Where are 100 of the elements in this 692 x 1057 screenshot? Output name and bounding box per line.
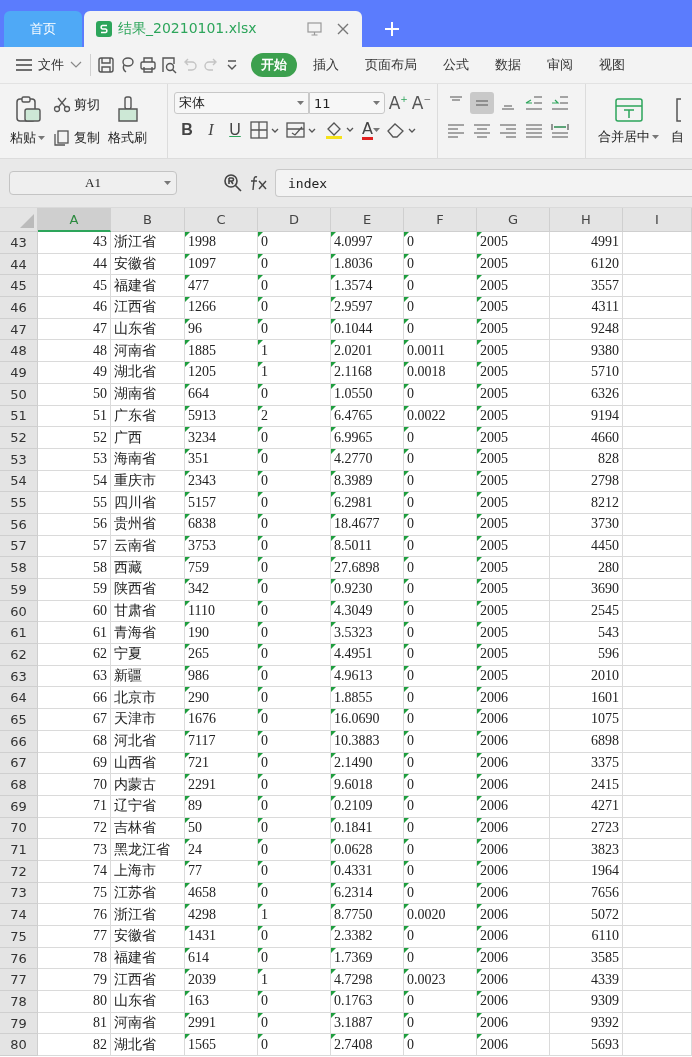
- cut-button[interactable]: 剪切: [53, 95, 100, 114]
- column-header[interactable]: I: [623, 208, 692, 232]
- font-color-button[interactable]: A: [362, 120, 380, 140]
- paste-button[interactable]: 粘贴: [10, 88, 45, 154]
- table-cell: 3557: [550, 275, 623, 298]
- error-indicator-icon: [331, 557, 336, 563]
- file-menu[interactable]: 文件: [16, 56, 82, 74]
- format-painter-button[interactable]: 格式刷: [108, 88, 147, 154]
- row-header[interactable]: 66: [0, 730, 38, 753]
- row-header[interactable]: 60: [0, 600, 38, 623]
- row-header[interactable]: 59: [0, 579, 38, 601]
- column-header[interactable]: F: [404, 208, 477, 232]
- row-header[interactable]: 62: [0, 644, 38, 666]
- align-middle-icon[interactable]: [470, 92, 494, 114]
- name-box[interactable]: A1: [9, 171, 177, 195]
- italic-button[interactable]: I: [202, 121, 220, 139]
- row-header[interactable]: 55: [0, 492, 38, 514]
- row-header[interactable]: 53: [0, 448, 38, 471]
- row-header[interactable]: 61: [0, 622, 38, 645]
- row-header[interactable]: 77: [0, 969, 38, 992]
- row-header[interactable]: 46: [0, 297, 38, 319]
- row-header[interactable]: 80: [0, 1034, 38, 1057]
- error-indicator-icon: [331, 644, 336, 650]
- decrease-font-size-button[interactable]: A$^{−}$: [411, 93, 431, 113]
- row-header[interactable]: 48: [0, 340, 38, 363]
- ribbon-tab[interactable]: 视图: [589, 53, 635, 77]
- empty-cell: [623, 1012, 692, 1035]
- error-indicator-icon: [185, 709, 190, 715]
- ribbon-tab[interactable]: 公式: [433, 53, 479, 77]
- font-name-dropdown[interactable]: 宋体: [174, 92, 310, 114]
- row-header[interactable]: 68: [0, 774, 38, 796]
- close-icon[interactable]: [336, 22, 350, 36]
- table-cell: 62: [38, 644, 111, 666]
- wrap-text-button[interactable]: 自: [671, 88, 684, 154]
- table-cell: 2005: [477, 470, 550, 493]
- error-indicator-icon: [331, 687, 336, 693]
- column-header[interactable]: H: [550, 208, 623, 232]
- borders-icon[interactable]: [250, 121, 280, 139]
- font-size-dropdown[interactable]: 11: [309, 92, 385, 114]
- row-header[interactable]: 71: [0, 839, 38, 861]
- row-header[interactable]: 76: [0, 947, 38, 970]
- row-header[interactable]: 67: [0, 752, 38, 775]
- print-icon[interactable]: [139, 56, 157, 74]
- print-preview-icon[interactable]: [160, 56, 178, 74]
- error-indicator-icon: [185, 492, 190, 498]
- ribbon-tab[interactable]: 插入: [303, 53, 349, 77]
- row-header[interactable]: 75: [0, 926, 38, 948]
- row-header[interactable]: 51: [0, 405, 38, 428]
- column-header[interactable]: C: [185, 208, 258, 232]
- table-cell: 9248: [550, 318, 623, 341]
- row-header[interactable]: 43: [0, 232, 38, 254]
- error-indicator-icon: [404, 579, 409, 584]
- ribbon-tab[interactable]: 页面布局: [355, 53, 427, 77]
- row-header[interactable]: 56: [0, 513, 38, 536]
- ribbon-tab[interactable]: 审阅: [537, 53, 583, 77]
- copy-button[interactable]: 复制: [53, 128, 100, 147]
- fill-color-icon[interactable]: [324, 120, 356, 140]
- row-header[interactable]: 47: [0, 318, 38, 341]
- table-cell: 0: [258, 492, 331, 514]
- row-header[interactable]: 72: [0, 860, 38, 883]
- underline-button[interactable]: U: [226, 121, 244, 139]
- bold-button[interactable]: B: [178, 121, 196, 139]
- add-tab-icon[interactable]: [384, 21, 400, 37]
- function-icon[interactable]: [249, 175, 269, 191]
- row-header[interactable]: 54: [0, 470, 38, 493]
- row-header[interactable]: 50: [0, 383, 38, 406]
- column-header[interactable]: D: [258, 208, 331, 232]
- select-all-icon[interactable]: [20, 214, 34, 228]
- row-header[interactable]: 74: [0, 904, 38, 926]
- row-header[interactable]: 73: [0, 882, 38, 905]
- table-cell: 342: [185, 579, 258, 601]
- monitor-icon[interactable]: [307, 22, 322, 36]
- row-header[interactable]: 57: [0, 535, 38, 558]
- eraser-icon[interactable]: [385, 121, 418, 139]
- increase-font-size-button[interactable]: A$^{+}$: [388, 93, 408, 113]
- formula-field[interactable]: index: [275, 169, 692, 197]
- row-header[interactable]: 45: [0, 275, 38, 298]
- column-header[interactable]: B: [111, 208, 185, 232]
- row-header[interactable]: 70: [0, 817, 38, 840]
- cell-style-icon[interactable]: [286, 121, 318, 139]
- row-header[interactable]: 69: [0, 795, 38, 818]
- row-header[interactable]: 44: [0, 253, 38, 276]
- row-header[interactable]: 52: [0, 427, 38, 449]
- ribbon-tab[interactable]: 数据: [485, 53, 531, 77]
- error-indicator-icon: [331, 1012, 336, 1018]
- column-header[interactable]: E: [331, 208, 404, 232]
- row-header[interactable]: 63: [0, 665, 38, 688]
- row-header[interactable]: 64: [0, 687, 38, 710]
- table-cell: 0: [404, 579, 477, 601]
- row-header[interactable]: 49: [0, 362, 38, 384]
- row-header[interactable]: 65: [0, 709, 38, 731]
- merge-center-button[interactable]: 合并居中: [598, 88, 659, 154]
- error-indicator-icon: [258, 253, 263, 259]
- zoom-icon[interactable]: [223, 173, 243, 193]
- row-header[interactable]: 78: [0, 991, 38, 1013]
- column-header[interactable]: G: [477, 208, 550, 232]
- save-icon[interactable]: [97, 56, 115, 74]
- row-header[interactable]: 58: [0, 557, 38, 579]
- row-header[interactable]: 79: [0, 1012, 38, 1035]
- table-cell: 0.0018: [404, 362, 477, 384]
